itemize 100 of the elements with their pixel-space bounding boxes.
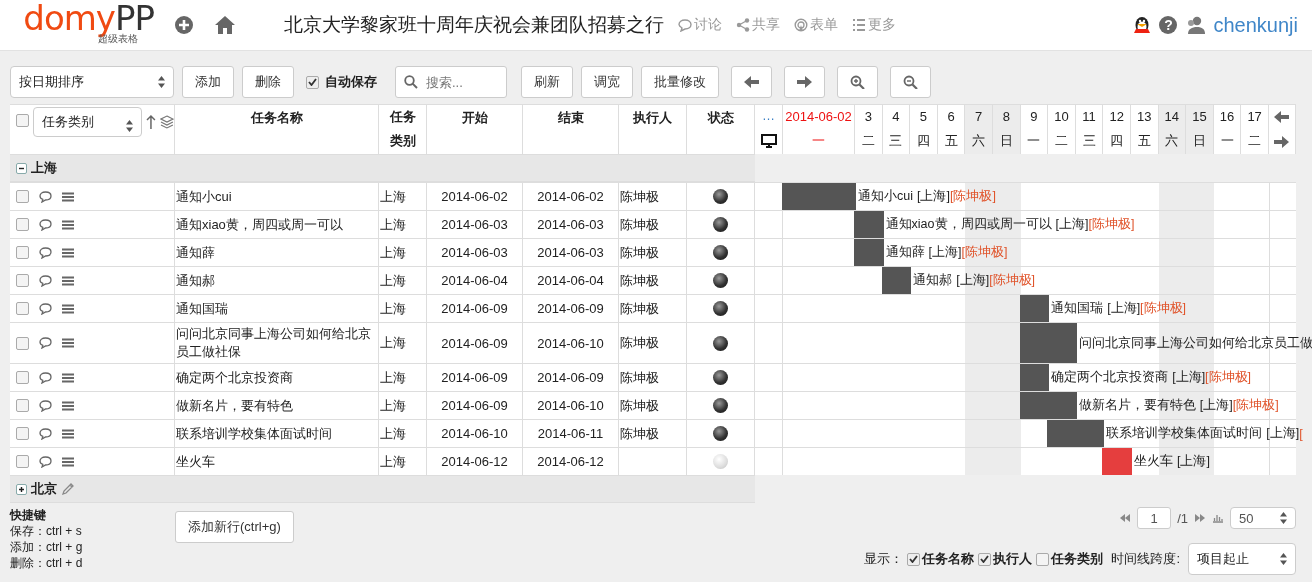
display-checkbox[interactable] [1036, 552, 1050, 566]
comment-icon[interactable] [39, 246, 52, 259]
right-arrow-icon[interactable] [1274, 134, 1290, 149]
status-dot[interactable] [713, 273, 728, 288]
status-dot[interactable] [713, 245, 728, 260]
toolbar-button[interactable]: 删除 [242, 66, 294, 98]
column-header[interactable]: 开始 [461, 109, 488, 154]
status-dot[interactable] [713, 217, 728, 232]
page-size-select[interactable]: 50 [1230, 507, 1296, 529]
home-icon[interactable] [214, 15, 236, 35]
icon-button[interactable] [784, 66, 825, 98]
left-arrow-icon[interactable] [1274, 110, 1290, 125]
status-dot[interactable] [713, 370, 728, 385]
username-link[interactable]: chenkunji [1213, 13, 1298, 37]
bar-label: 确定两个北京投资商 [1051, 369, 1169, 386]
comment-icon[interactable] [39, 337, 52, 349]
icon-button[interactable] [731, 66, 772, 98]
status-dot[interactable] [713, 189, 728, 204]
menu-icon[interactable] [62, 456, 74, 467]
menu-icon[interactable] [62, 338, 74, 348]
row-checkbox[interactable] [16, 427, 29, 440]
more-dates-link[interactable]: … [762, 111, 775, 122]
last-page-icon[interactable] [1194, 513, 1206, 523]
toolbar-button[interactable]: 调宽 [581, 66, 633, 98]
column-header[interactable]: 结束 [557, 109, 584, 154]
gantt-bar[interactable] [881, 267, 912, 294]
layers-icon[interactable] [160, 115, 174, 129]
status-dot[interactable] [713, 426, 728, 441]
comment-icon[interactable] [39, 190, 52, 203]
add-row-button[interactable]: 添加新行(ctrl+g) [175, 511, 294, 543]
display-checkbox[interactable] [907, 552, 921, 566]
first-page-icon[interactable] [1119, 513, 1132, 523]
search-field[interactable]: 搜索... [395, 66, 507, 98]
bar-assignee: [陈坤极] [989, 272, 1036, 289]
group-row[interactable]: 上海 [10, 154, 755, 182]
group-by-select[interactable]: 任务类别 [33, 107, 143, 137]
toolbar-button[interactable]: 批量修改 [641, 66, 719, 98]
start-date-cell: 2014-06-03 [441, 217, 508, 232]
penguin-icon[interactable] [1133, 15, 1152, 35]
column-header[interactable]: 任务名称 [250, 109, 303, 154]
row-checkbox[interactable] [16, 190, 29, 203]
page-input[interactable]: 1 [1137, 507, 1172, 529]
menu-icon[interactable] [62, 400, 74, 411]
user-icon[interactable] [1185, 16, 1206, 34]
end-date-cell: 2014-06-04 [537, 273, 604, 288]
status-dot[interactable] [713, 398, 728, 413]
row-checkbox[interactable] [16, 246, 29, 259]
column-header[interactable]: 执行人 [633, 109, 672, 154]
icon-button[interactable] [837, 66, 878, 98]
comment-icon[interactable] [39, 274, 52, 287]
row-checkbox[interactable] [16, 302, 29, 315]
menu-icon[interactable] [62, 275, 74, 286]
icon-button[interactable] [890, 66, 931, 98]
row-checkbox[interactable] [16, 455, 29, 468]
date-label: 15 [1192, 109, 1207, 124]
comment-icon[interactable] [39, 399, 52, 412]
column-header[interactable]: 任务类别 [389, 105, 416, 154]
end-date-cell: 2014-06-11 [537, 426, 604, 441]
plus-circle-icon[interactable] [174, 15, 194, 35]
comment-icon[interactable] [39, 302, 52, 315]
menu-icon[interactable] [62, 247, 74, 258]
comment-icon[interactable] [39, 455, 52, 468]
menu-icon[interactable] [62, 372, 74, 383]
status-dot[interactable] [713, 454, 728, 469]
row-checkbox[interactable] [16, 399, 29, 412]
column-header[interactable]: 状态 [707, 109, 734, 154]
gantt-bar[interactable] [1019, 364, 1050, 391]
comment-icon[interactable] [39, 218, 52, 231]
row-checkbox[interactable] [16, 371, 29, 384]
bar-category: [上海] [1199, 397, 1233, 414]
status-dot[interactable] [713, 301, 728, 316]
timeline-span-select[interactable]: 项目起止 [1188, 543, 1296, 575]
weekday-label: 二 [1248, 132, 1262, 150]
comment-icon[interactable] [39, 371, 52, 384]
autosave-checkbox[interactable] [306, 75, 319, 89]
toolbar-button[interactable]: 刷新 [521, 66, 573, 98]
comment-icon[interactable] [39, 427, 52, 440]
menu-icon[interactable] [62, 219, 74, 230]
document-title: 北京大学黎家班十周年庆祝会兼团队招募之行 [284, 13, 664, 37]
bar-chart-icon[interactable] [1212, 513, 1224, 523]
sort-select[interactable]: 按日期排序 [10, 66, 174, 98]
status-dot[interactable] [713, 335, 728, 351]
menu-icon[interactable] [62, 303, 74, 314]
menu-icon[interactable] [62, 191, 74, 202]
display-checkbox[interactable] [978, 552, 992, 566]
toolbar-button[interactable]: 添加 [182, 66, 234, 98]
group-row[interactable]: 北京 [10, 475, 755, 503]
menu-icon[interactable] [62, 428, 74, 439]
expand-icon[interactable] [16, 483, 27, 495]
list-icon [852, 18, 866, 32]
select-all-checkbox[interactable] [16, 114, 29, 127]
up-arrow-icon[interactable] [146, 115, 157, 129]
row-checkbox[interactable] [16, 274, 29, 287]
collapse-icon[interactable] [16, 162, 27, 174]
help-button[interactable]: ? [1159, 16, 1178, 34]
pencil-icon[interactable] [61, 482, 75, 496]
row-checkbox[interactable] [16, 336, 29, 350]
row-checkbox[interactable] [16, 218, 29, 231]
gantt-bar[interactable] [1019, 295, 1050, 322]
monitor-icon[interactable] [760, 133, 777, 148]
